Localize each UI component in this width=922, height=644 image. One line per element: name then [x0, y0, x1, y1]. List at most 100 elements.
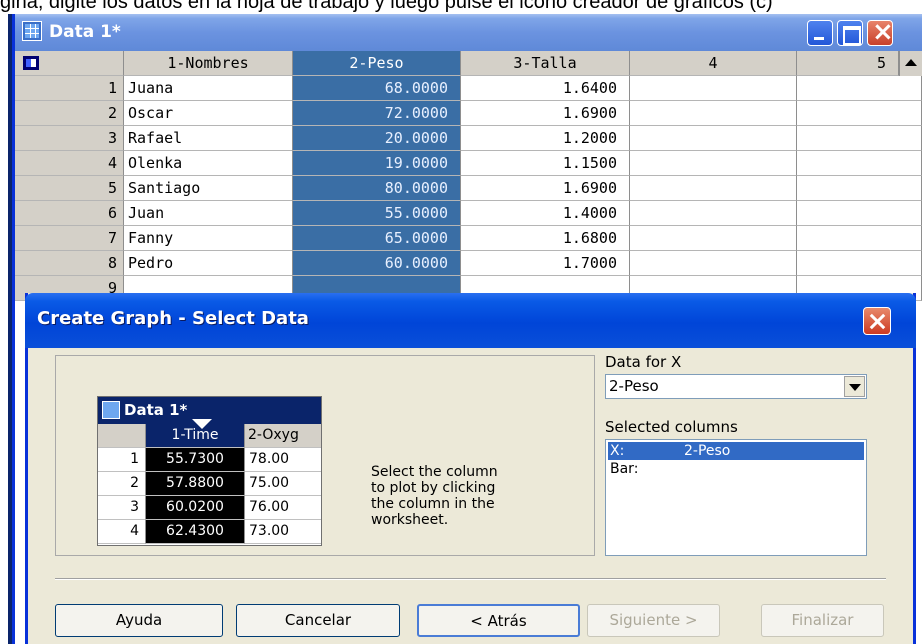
- cell-nombre[interactable]: Fanny: [124, 226, 293, 251]
- cell-empty[interactable]: [630, 126, 797, 151]
- selected-columns-label: Selected columns: [605, 418, 738, 436]
- cell-empty[interactable]: [797, 76, 922, 101]
- row-number[interactable]: 2: [15, 101, 124, 126]
- list-item[interactable]: X: 2-Peso: [608, 442, 864, 460]
- list-item-value: 2-Peso: [684, 443, 731, 459]
- grid-corner[interactable]: [15, 51, 124, 76]
- cell-talla[interactable]: 1.6900: [461, 176, 630, 201]
- list-item-key: Bar:: [610, 461, 639, 477]
- preview-column-header: 2-Oxyg: [245, 424, 321, 448]
- cell-empty[interactable]: [630, 251, 797, 276]
- background-caption: gina, digite los datos en la hoja de tra…: [0, 0, 773, 13]
- cell-talla[interactable]: 1.6800: [461, 226, 630, 251]
- preview-cell: 76.00: [245, 496, 321, 520]
- cell-empty[interactable]: [797, 226, 922, 251]
- cell-nombre[interactable]: Santiago: [124, 176, 293, 201]
- scroll-up-arrow-icon[interactable]: [899, 51, 922, 76]
- instruction-text: Select the column to plot by clicking th…: [371, 464, 498, 528]
- column-header-5[interactable]: 5: [797, 51, 899, 76]
- preview-panel: Data 1* 1-Time 2-Oxyg 1 55.7300 78.00 2 57.8…: [55, 355, 595, 556]
- cell-empty[interactable]: [630, 226, 797, 251]
- cell-peso[interactable]: 80.0000: [293, 176, 461, 201]
- data-for-x-select[interactable]: 2-Peso: [605, 374, 867, 399]
- cell-empty[interactable]: [797, 176, 922, 201]
- preview-cell: 57.8800: [146, 472, 245, 496]
- cell-nombre[interactable]: Rafael: [124, 126, 293, 151]
- finish-button[interactable]: Finalizar: [761, 604, 884, 637]
- row-number[interactable]: 8: [15, 251, 124, 276]
- cell-talla[interactable]: 1.6900: [461, 101, 630, 126]
- cell-empty[interactable]: [630, 76, 797, 101]
- preview-row-number: 4: [98, 520, 146, 544]
- row-number[interactable]: 7: [15, 226, 124, 251]
- back-button[interactable]: < Atrás: [417, 604, 580, 637]
- cell-empty[interactable]: [630, 201, 797, 226]
- list-item[interactable]: Bar:: [608, 460, 864, 478]
- cell-peso[interactable]: 20.0000: [293, 126, 461, 151]
- cell-nombre[interactable]: Juana: [124, 76, 293, 101]
- cell-talla[interactable]: 1.6400: [461, 76, 630, 101]
- left-margin: [0, 14, 12, 644]
- worksheet-icon: [102, 401, 120, 419]
- cell-empty[interactable]: [630, 176, 797, 201]
- list-item-key: X:: [610, 443, 625, 459]
- cell-peso[interactable]: 60.0000: [293, 251, 461, 276]
- worksheet-titlebar[interactable]: Data 1*: [15, 14, 922, 51]
- cell-nombre[interactable]: Oscar: [124, 101, 293, 126]
- cell-empty[interactable]: [630, 151, 797, 176]
- row-number[interactable]: 6: [15, 201, 124, 226]
- cell-nombre[interactable]: Pedro: [124, 251, 293, 276]
- column-header-nombres[interactable]: 1-Nombres: [124, 51, 293, 76]
- preview-worksheet: Data 1* 1-Time 2-Oxyg 1 55.7300 78.00 2 57.8…: [97, 396, 322, 546]
- row-number[interactable]: 1: [15, 76, 124, 101]
- select-all-icon: [23, 56, 39, 70]
- preview-corner: [98, 424, 146, 448]
- cell-talla[interactable]: 1.7000: [461, 251, 630, 276]
- minimize-button[interactable]: [807, 20, 833, 46]
- cell-peso[interactable]: 72.0000: [293, 101, 461, 126]
- cell-peso[interactable]: 68.0000: [293, 76, 461, 101]
- cell-talla[interactable]: 1.2000: [461, 126, 630, 151]
- background-caption-strip: gina, digite los datos en la hoja de tra…: [0, 0, 922, 14]
- cell-nombre[interactable]: Juan: [124, 201, 293, 226]
- data-for-x-label: Data for X: [605, 353, 682, 371]
- preview-row-number: 1: [98, 448, 146, 472]
- next-button[interactable]: Siguiente >: [587, 604, 720, 637]
- row-number[interactable]: 4: [15, 151, 124, 176]
- maximize-button[interactable]: [837, 20, 863, 46]
- preview-cell: 73.00: [245, 520, 321, 544]
- worksheet-icon: [22, 21, 42, 41]
- cell-nombre[interactable]: Olenka: [124, 151, 293, 176]
- cell-empty[interactable]: [797, 201, 922, 226]
- cell-peso[interactable]: 19.0000: [293, 151, 461, 176]
- preview-row-number: 3: [98, 496, 146, 520]
- column-header-peso[interactable]: 2-Peso: [293, 51, 461, 76]
- preview-cell: 60.0200: [146, 496, 245, 520]
- dialog-titlebar[interactable]: Create Graph - Select Data: [25, 293, 916, 348]
- cell-empty[interactable]: [630, 101, 797, 126]
- chevron-down-icon[interactable]: [844, 376, 865, 397]
- cell-empty[interactable]: [797, 101, 922, 126]
- column-header-talla[interactable]: 3-Talla: [461, 51, 630, 76]
- divider: [55, 578, 886, 580]
- dialog-close-button[interactable]: [863, 307, 891, 335]
- cell-empty[interactable]: [797, 151, 922, 176]
- preview-title: Data 1*: [124, 401, 188, 419]
- preview-row-number: 2: [98, 472, 146, 496]
- column-header-4[interactable]: 4: [630, 51, 797, 76]
- dialog-title: Create Graph - Select Data: [37, 308, 309, 329]
- cancel-button[interactable]: Cancelar: [236, 604, 400, 637]
- create-graph-dialog: Create Graph - Select Data Data 1* 1-Tim…: [25, 293, 916, 644]
- cell-talla[interactable]: 1.1500: [461, 151, 630, 176]
- row-number[interactable]: 3: [15, 126, 124, 151]
- help-button[interactable]: Ayuda: [55, 604, 223, 637]
- cell-talla[interactable]: 1.4000: [461, 201, 630, 226]
- cell-empty[interactable]: [797, 251, 922, 276]
- cell-empty[interactable]: [797, 126, 922, 151]
- close-window-button[interactable]: [867, 17, 894, 47]
- preview-cell: 75.00: [245, 472, 321, 496]
- selected-columns-list[interactable]: X: 2-Peso Bar:: [605, 439, 867, 556]
- cell-peso[interactable]: 65.0000: [293, 226, 461, 251]
- cell-peso[interactable]: 55.0000: [293, 201, 461, 226]
- row-number[interactable]: 5: [15, 176, 124, 201]
